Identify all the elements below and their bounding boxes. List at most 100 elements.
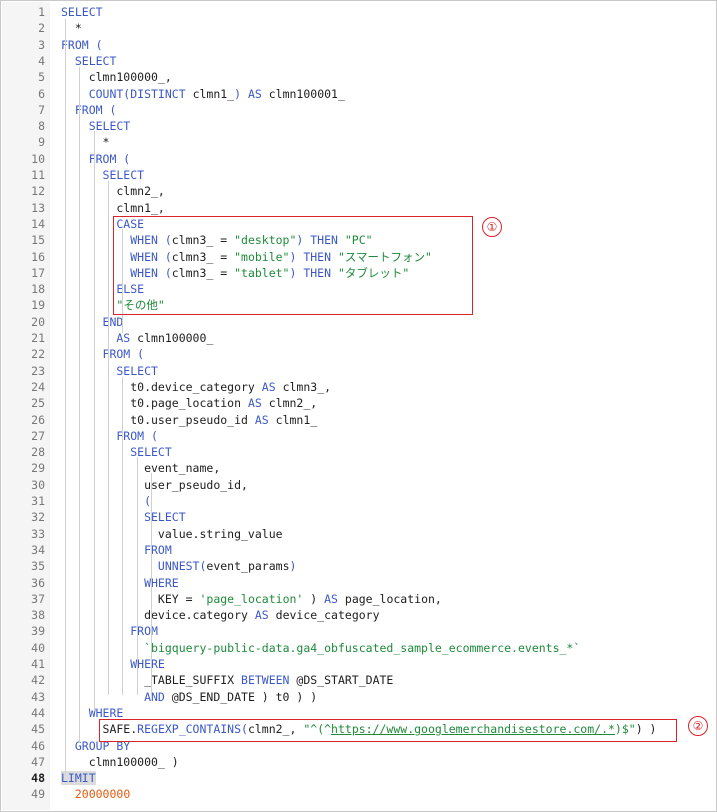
code-line[interactable]: 9 * <box>1 134 716 150</box>
line-number: 17 <box>31 265 45 280</box>
code-text: END <box>61 314 124 330</box>
line-number: 2 <box>38 21 45 36</box>
line-number: 5 <box>38 70 45 85</box>
code-text: event_name, <box>61 460 220 476</box>
line-number: 26 <box>31 412 45 427</box>
line-number: 27 <box>31 428 45 443</box>
code-text: `bigquery-public-data.ga4_obfuscated_sam… <box>61 640 580 656</box>
code-text: FROM <box>61 623 158 639</box>
code-line[interactable]: 7 FROM ( <box>1 102 716 118</box>
line-number: 24 <box>31 379 45 394</box>
code-text: WHERE <box>61 656 165 672</box>
code-token: @DS_END_DATE ) t0 ) ) <box>171 689 318 704</box>
line-number: 36 <box>31 575 45 590</box>
line-number: 33 <box>31 526 45 541</box>
code-token: AS <box>254 608 276 623</box>
code-token: clmn100000_ <box>137 331 214 345</box>
code-line[interactable]: 4 SELECT <box>1 53 716 69</box>
line-number: 4 <box>38 53 45 68</box>
indent-guide <box>151 473 152 695</box>
line-number: 15 <box>31 233 45 248</box>
line-number: 23 <box>31 363 45 378</box>
line-number: 46 <box>31 738 45 753</box>
code-token: 20000000 <box>74 787 131 802</box>
code-token: t0.device_category <box>61 379 262 394</box>
code-token: END <box>61 314 124 329</box>
code-token: clmn2_, <box>61 184 165 199</box>
code-token: event_name, <box>61 461 221 476</box>
line-number: 43 <box>31 689 45 704</box>
code-text: clmn100000_, <box>61 69 172 85</box>
code-line[interactable]: 49 20000000 <box>1 786 716 802</box>
line-number: 49 <box>31 787 45 802</box>
code-text: SELECT <box>61 4 103 20</box>
code-token: SELECT <box>61 5 103 19</box>
code-token: LIMIT <box>61 771 96 786</box>
line-number: 10 <box>31 151 45 166</box>
code-token: SELECT <box>61 168 145 182</box>
code-token: FROM ( <box>61 151 131 166</box>
line-number: 31 <box>31 494 45 508</box>
code-text: SELECT <box>61 53 117 69</box>
line-number: 11 <box>31 168 45 182</box>
code-token: clmn3_, <box>282 379 332 394</box>
code-token: COUNT(DISTINCT <box>61 86 193 101</box>
code-token: ) AS <box>234 86 269 101</box>
code-line[interactable]: 8 SELECT <box>1 118 716 134</box>
code-token: t0.user_pseudo_id <box>61 412 255 427</box>
code-token: clmn100001_ <box>268 86 345 101</box>
line-number: 35 <box>31 559 45 574</box>
code-line[interactable]: 2 * <box>1 20 716 36</box>
code-text: AND @DS_END_DATE ) t0 ) ) <box>61 689 317 705</box>
code-text: user_pseudo_id, <box>61 477 248 493</box>
annotation-box-2 <box>99 719 677 742</box>
code-token: AS <box>324 591 345 606</box>
indent-guide <box>137 457 138 695</box>
code-text: t0.user_pseudo_id AS clmn1_ <box>61 412 317 428</box>
line-number: 16 <box>31 249 45 264</box>
code-token: SELECT <box>61 119 131 134</box>
code-token: clmn100000_ ) <box>61 754 179 769</box>
code-text: KEY = 'page_location' ) AS page_location… <box>61 591 442 607</box>
line-number: 38 <box>31 608 45 623</box>
code-token: page_location, <box>344 591 442 606</box>
code-line[interactable]: 47 clmn100000_ ) <box>1 754 716 770</box>
code-line[interactable]: 1 SELECT <box>1 4 716 20</box>
code-text: 20000000 <box>61 786 130 802</box>
code-token: * <box>61 135 110 150</box>
line-number: 34 <box>31 542 45 557</box>
code-token: t0.page_location <box>61 396 248 411</box>
indent-guide <box>108 181 109 695</box>
code-text: SELECT <box>61 444 172 460</box>
line-number: 7 <box>38 102 45 117</box>
code-token: UNNEST( <box>61 559 207 574</box>
line-number: 48 <box>31 771 45 786</box>
code-text: clmn100000_ ) <box>61 754 179 770</box>
code-token: SELECT <box>61 363 158 378</box>
code-token: 'page_location' <box>199 591 304 606</box>
code-token: device_category <box>275 608 380 623</box>
code-text: AS clmn100000_ <box>61 330 213 346</box>
code-text: FROM <box>61 542 172 558</box>
line-number: 1 <box>38 5 45 19</box>
line-number: 47 <box>31 754 45 769</box>
annotation-marker-2: ② <box>688 716 708 736</box>
line-number: 32 <box>31 510 45 525</box>
line-number: 45 <box>31 722 45 737</box>
code-token: event_params <box>206 559 290 574</box>
code-line[interactable]: 48 LIMIT <box>1 770 716 786</box>
code-line[interactable]: 10 FROM ( <box>1 151 716 167</box>
code-line[interactable]: 3 FROM ( <box>1 37 716 53</box>
code-line[interactable]: 6 COUNT(DISTINCT clmn1_) AS clmn100001_ <box>1 86 716 102</box>
line-number: 41 <box>31 657 45 671</box>
code-token: AS <box>247 396 269 411</box>
code-text: * <box>61 134 110 150</box>
line-number: 3 <box>38 37 45 52</box>
code-token: clmn100000_, <box>61 70 172 85</box>
code-token: clmn1_ <box>192 86 235 101</box>
code-token: FROM <box>61 624 158 639</box>
sql-editor[interactable]: 1 SELECT 2 * 3 FROM (4 SELECT 5 clmn100000_, 6… <box>0 0 717 812</box>
code-line[interactable]: 5 clmn100000_, <box>1 69 716 85</box>
code-text: clmn2_, <box>61 183 165 199</box>
